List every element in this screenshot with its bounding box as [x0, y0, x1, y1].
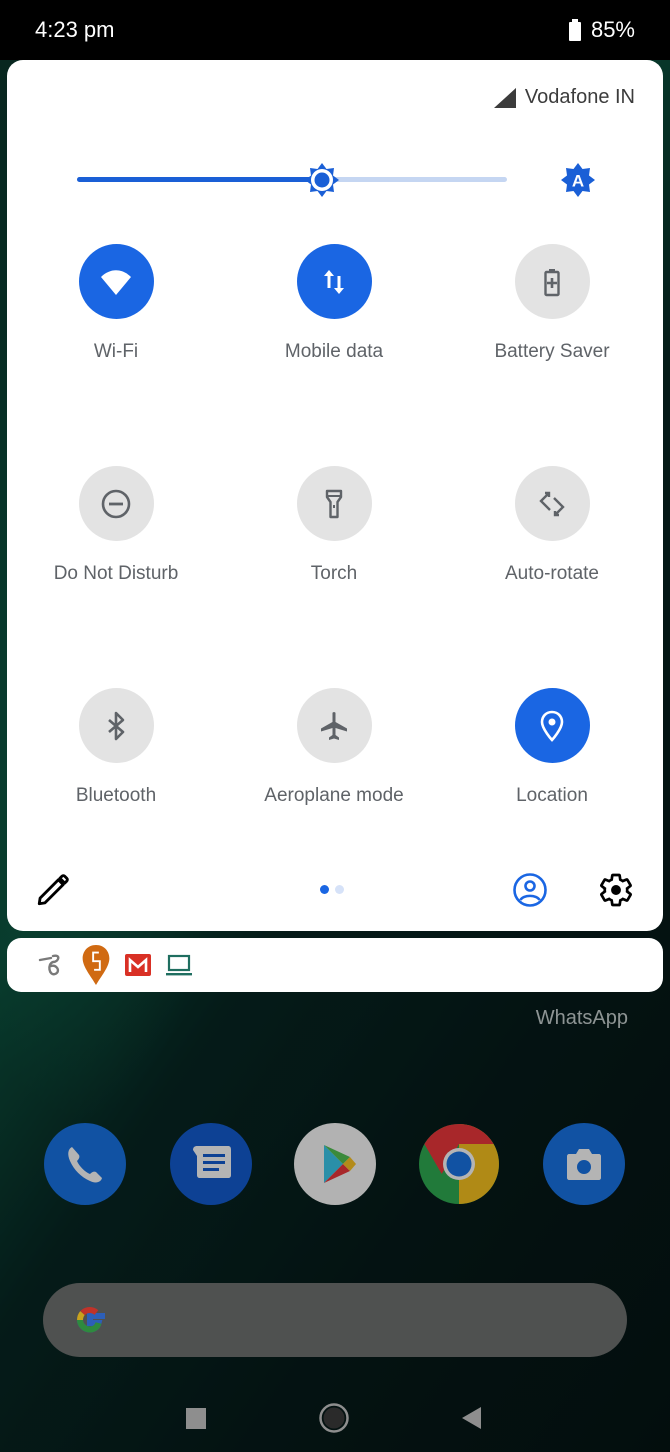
navigation-bar	[0, 1380, 670, 1452]
do-not-disturb-icon	[101, 489, 131, 518]
settings-gear-icon[interactable]	[598, 872, 634, 908]
status-right: 85%	[568, 17, 635, 43]
tile-label: Mobile data	[284, 341, 384, 362]
mobile-data-toggle[interactable]	[296, 244, 372, 319]
auto-brightness-icon[interactable]: A	[560, 162, 596, 198]
tile-label: Aeroplane mode	[264, 785, 404, 806]
tile-wi-fi[interactable]: Wi-Fi	[11, 244, 221, 363]
battery-saver-toggle[interactable]	[514, 244, 590, 319]
laptop-icon	[166, 954, 192, 976]
tile-battery-saver[interactable]: Battery Saver	[447, 244, 657, 363]
do-not-disturb-toggle[interactable]	[78, 466, 154, 541]
auto-rotate-icon	[539, 491, 565, 516]
svg-text:A: A	[572, 172, 584, 191]
whatsapp-widget-label[interactable]: WhatsApp	[536, 1007, 628, 1030]
page-dot-1	[320, 885, 329, 894]
app-dock	[0, 1123, 670, 1207]
quick-settings-footer	[7, 868, 663, 912]
aeroplane-icon	[321, 711, 347, 740]
camera-app-icon[interactable]	[543, 1123, 625, 1205]
torch-toggle[interactable]	[296, 466, 372, 541]
tile-location[interactable]: Location	[447, 688, 657, 807]
gmail-icon	[125, 954, 151, 976]
tile-label: Do Not Disturb	[53, 563, 179, 584]
tile-do-not-disturb[interactable]: Do Not Disturb	[11, 466, 221, 585]
user-account-icon[interactable]	[512, 872, 548, 908]
home-button[interactable]	[314, 1398, 354, 1438]
auto-rotate-toggle[interactable]	[514, 466, 590, 541]
status-time: 4:23 pm	[35, 17, 115, 42]
tile-auto-rotate[interactable]: Auto-rotate	[447, 466, 657, 585]
location-icon	[540, 710, 564, 742]
edit-pencil-icon[interactable]	[35, 874, 69, 908]
play-store-app-icon[interactable]	[294, 1123, 376, 1205]
back-triangle-icon	[462, 1407, 481, 1429]
cellular-signal-icon	[493, 87, 516, 108]
tile-label: Wi-Fi	[93, 341, 139, 362]
battery-percent: 85%	[590, 17, 635, 42]
fancy-s-app-icon	[38, 954, 60, 976]
brightness-thumb-icon[interactable]	[304, 162, 340, 198]
bluetooth-icon	[108, 711, 125, 740]
page-dot-2	[335, 885, 344, 894]
bluetooth-toggle[interactable]	[78, 688, 154, 763]
battery-saver-icon	[544, 268, 560, 296]
recents-square-icon	[186, 1407, 206, 1429]
torch-icon	[325, 489, 343, 518]
mobile-data-icon	[324, 269, 344, 294]
swiggy-icon	[82, 944, 110, 986]
quick-settings-panel: Vodafone IN A Wi-Fi Mobile data Battery Sa…	[7, 60, 663, 931]
carrier-info: Vodafone IN	[493, 86, 635, 109]
chrome-app-icon[interactable]	[418, 1123, 500, 1205]
messages-app-icon[interactable]	[170, 1123, 252, 1205]
google-logo-icon	[77, 1306, 105, 1333]
home-circle-icon	[319, 1403, 349, 1433]
tile-label: Battery Saver	[494, 341, 610, 362]
tile-aeroplane-mode[interactable]: Aeroplane mode	[229, 688, 439, 807]
tile-label: Location	[516, 785, 588, 806]
google-search-bar[interactable]	[43, 1283, 627, 1357]
aeroplane-toggle[interactable]	[296, 688, 372, 763]
tile-label: Auto-rotate	[505, 563, 599, 584]
tile-torch[interactable]: Torch	[229, 466, 439, 585]
notification-icon-strip[interactable]	[7, 938, 663, 992]
page-indicator	[320, 885, 344, 894]
phone-app-icon[interactable]	[44, 1123, 126, 1205]
tile-mobile-data[interactable]: Mobile data	[229, 244, 439, 363]
carrier-name: Vodafone IN	[524, 86, 635, 108]
tile-bluetooth[interactable]: Bluetooth	[11, 688, 221, 807]
wifi-icon	[101, 269, 131, 295]
tile-label: Bluetooth	[75, 785, 157, 806]
back-button[interactable]	[452, 1398, 492, 1438]
location-toggle[interactable]	[514, 688, 590, 763]
status-bar: 4:23 pm 85%	[0, 0, 670, 60]
tile-label: Torch	[310, 563, 358, 584]
brightness-fill	[77, 177, 323, 182]
wifi-toggle[interactable]	[78, 244, 154, 319]
battery-icon	[568, 19, 581, 41]
recents-button[interactable]	[176, 1398, 216, 1438]
brightness-slider[interactable]	[77, 162, 507, 198]
